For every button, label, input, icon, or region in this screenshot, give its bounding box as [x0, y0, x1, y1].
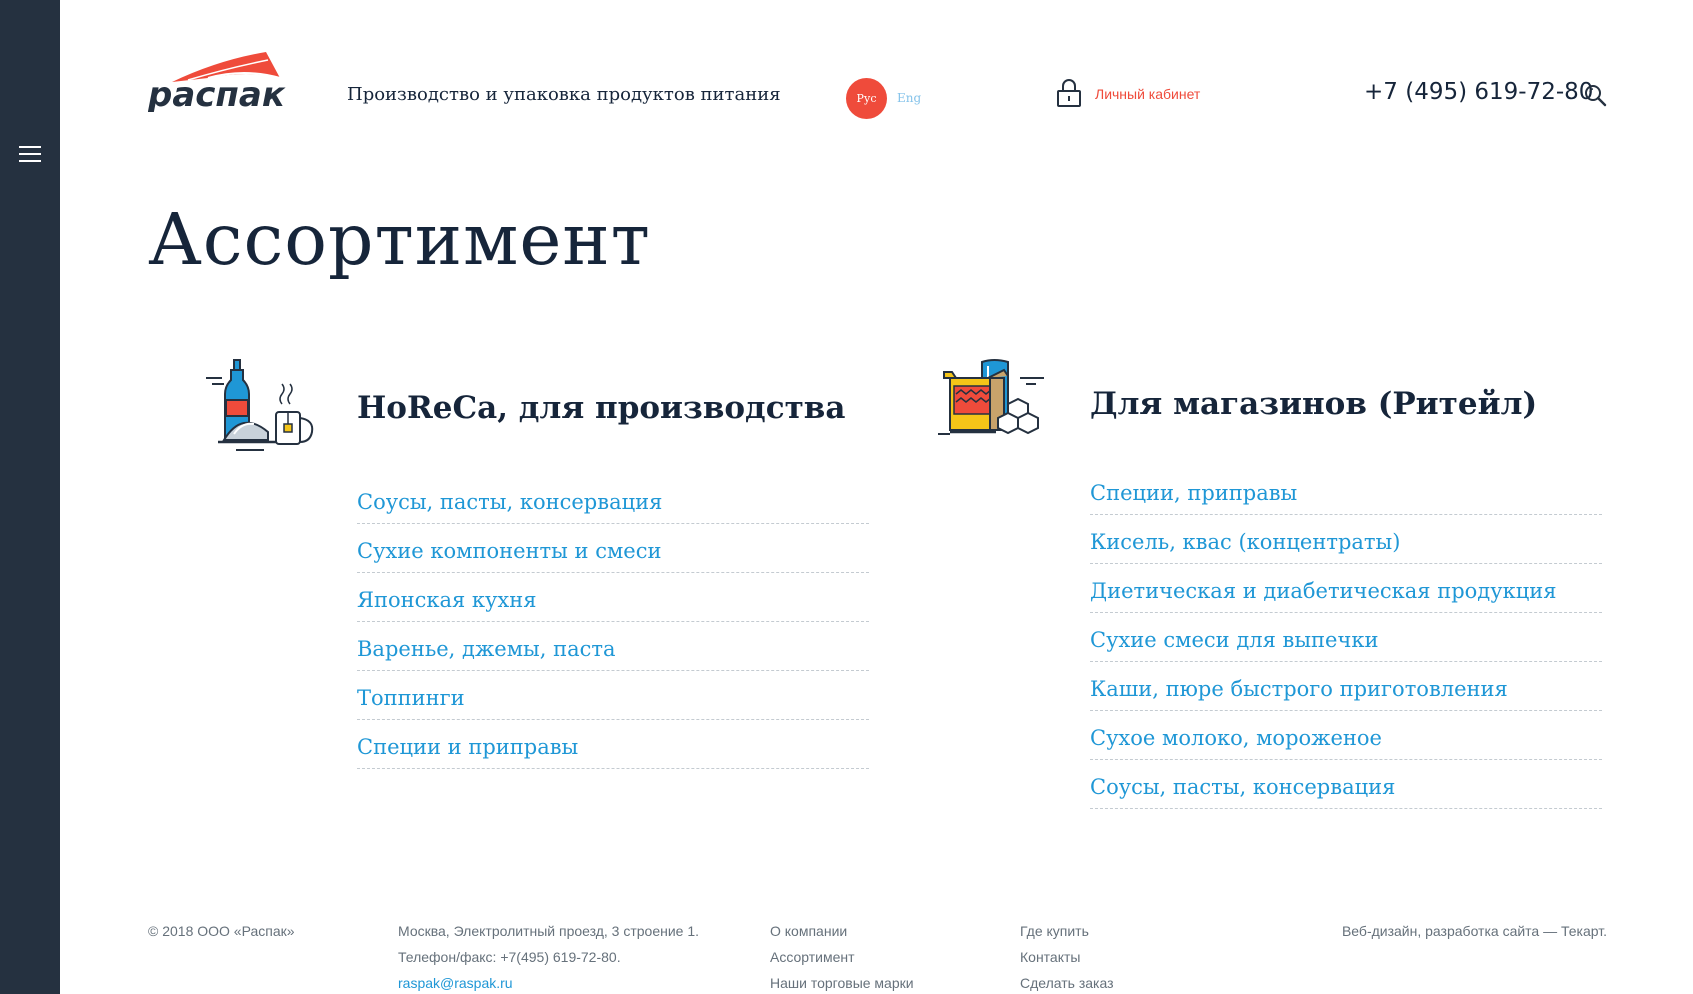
list-item: Специи и приправы [357, 720, 869, 769]
list-item: Соусы, пасты, консервация [357, 475, 869, 524]
list-item: Сухие компоненты и смеси [357, 524, 869, 573]
retail-icon [938, 359, 1044, 435]
footer-address: Москва, Электролитный проезд, 3 строение… [398, 923, 700, 939]
menu-icon[interactable] [19, 145, 41, 163]
sidebar [0, 0, 60, 994]
category-link[interactable]: Варенье, джемы, паста [357, 637, 616, 661]
footer-email-link[interactable]: raspak@raspak.ru [398, 970, 699, 994]
footer-credit-link[interactable]: Веб-дизайн, разработка сайта — Текарт. [1342, 918, 1607, 944]
footer-contacts: Москва, Электролитный проезд, 3 строение… [398, 918, 699, 994]
category-link[interactable]: Кисель, квас (концентраты) [1090, 530, 1400, 554]
list-item: Японская кухня [357, 573, 869, 622]
category-link[interactable]: Специи и приправы [357, 735, 578, 759]
category-link[interactable]: Сухое молоко, мороженое [1090, 726, 1382, 750]
footer-copyright: © 2018 ООО «Распак» [148, 918, 295, 944]
header-phone[interactable]: +7 (495) 619-72-80 [1364, 79, 1593, 105]
list-item: Сухие смеси для выпечки [1090, 613, 1602, 662]
list-item: Топпинги [357, 671, 869, 720]
category-link[interactable]: Сухие компоненты и смеси [357, 539, 662, 563]
footer-link-brands[interactable]: Наши торговые марки [770, 970, 914, 994]
list-item: Каши, пюре быстрого приготовления [1090, 662, 1602, 711]
lang-en-button[interactable]: Eng [897, 91, 921, 105]
lang-ru-button[interactable]: Рус [846, 78, 887, 119]
footer-credit: Веб-дизайн, разработка сайта — Текарт. [1342, 918, 1607, 944]
search-icon[interactable] [1583, 83, 1607, 107]
page-title: Ассортимент [148, 198, 651, 281]
copyright-text: © 2018 ООО «Распак» [148, 923, 295, 939]
category-list-horeca: Соусы, пасты, консервация Сухие компонен… [357, 475, 869, 769]
footer-nav-col2: Где купить Контакты Сделать заказ [1020, 918, 1114, 994]
footer-link-contacts[interactable]: Контакты [1020, 944, 1114, 970]
footer-link-where-to-buy[interactable]: Где купить [1020, 918, 1114, 944]
category-title-retail[interactable]: Для магазинов (Ритейл) [1090, 386, 1537, 422]
category-link[interactable]: Соусы, пасты, консервация [357, 490, 662, 514]
category-link[interactable]: Каши, пюре быстрого приготовления [1090, 677, 1508, 701]
footer-link-about[interactable]: О компании [770, 918, 914, 944]
list-item: Специи, приправы [1090, 466, 1602, 515]
category-link[interactable]: Диетическая и диабетическая продукция [1090, 579, 1556, 603]
footer-nav-col1: О компании Ассортимент Наши торговые мар… [770, 918, 914, 994]
footer-phone: Телефон/факс: +7(495) 619-72-80. [398, 949, 621, 965]
tagline: Производство и упаковка продуктов питани… [347, 84, 781, 105]
category-link[interactable]: Сухие смеси для выпечки [1090, 628, 1378, 652]
lock-icon[interactable] [1057, 79, 1081, 107]
list-item: Сухое молоко, мороженое [1090, 711, 1602, 760]
list-item: Диетическая и диабетическая продукция [1090, 564, 1602, 613]
personal-cabinet-link[interactable]: Личный кабинет [1095, 86, 1200, 102]
category-link[interactable]: Специи, приправы [1090, 481, 1297, 505]
category-link[interactable]: Топпинги [357, 686, 465, 710]
horeca-icon [206, 359, 314, 451]
footer-link-assortment[interactable]: Ассортимент [770, 944, 914, 970]
footer-link-order[interactable]: Сделать заказ [1020, 970, 1114, 994]
list-item: Соусы, пасты, консервация [1090, 760, 1602, 809]
category-link[interactable]: Соусы, пасты, консервация [1090, 775, 1395, 799]
list-item: Кисель, квас (концентраты) [1090, 515, 1602, 564]
category-title-horeca[interactable]: HoReCa, для производства [357, 390, 845, 426]
category-link[interactable]: Японская кухня [357, 588, 537, 612]
svg-text:распак: распак [148, 75, 286, 112]
list-item: Варенье, джемы, паста [357, 622, 869, 671]
category-list-retail: Специи, приправы Кисель, квас (концентра… [1090, 466, 1602, 809]
raspak-logo[interactable]: распак [148, 48, 300, 112]
